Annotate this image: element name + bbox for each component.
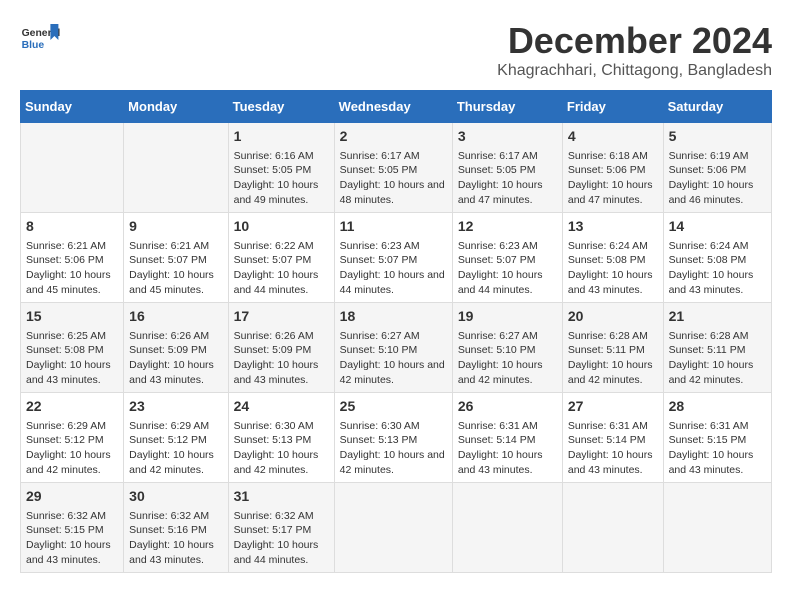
day-number: 18	[340, 307, 447, 327]
day-of-week-header: Friday	[562, 91, 663, 123]
day-number: 28	[669, 397, 766, 417]
empty-calendar-cell	[452, 483, 562, 573]
day-of-week-header: Tuesday	[228, 91, 334, 123]
day-number: 25	[340, 397, 447, 417]
day-number: 24	[234, 397, 329, 417]
day-number: 21	[669, 307, 766, 327]
calendar-day-cell: 23Sunrise: 6:29 AMSunset: 5:12 PMDayligh…	[124, 393, 228, 483]
calendar-week-row: 8Sunrise: 6:21 AMSunset: 5:06 PMDaylight…	[21, 213, 772, 303]
day-number: 2	[340, 127, 447, 147]
calendar-day-cell: 19Sunrise: 6:27 AMSunset: 5:10 PMDayligh…	[452, 303, 562, 393]
day-number: 26	[458, 397, 557, 417]
header: General Blue December 2024 Khagrachhari,…	[20, 20, 772, 80]
calendar-day-cell: 14Sunrise: 6:24 AMSunset: 5:08 PMDayligh…	[663, 213, 771, 303]
day-number: 20	[568, 307, 658, 327]
calendar-day-cell: 31Sunrise: 6:32 AMSunset: 5:17 PMDayligh…	[228, 483, 334, 573]
day-number: 12	[458, 217, 557, 237]
day-number: 19	[458, 307, 557, 327]
calendar-day-cell: 1Sunrise: 6:16 AMSunset: 5:05 PMDaylight…	[228, 123, 334, 213]
calendar-day-cell: 29Sunrise: 6:32 AMSunset: 5:15 PMDayligh…	[21, 483, 124, 573]
day-number: 16	[129, 307, 222, 327]
empty-calendar-cell	[124, 123, 228, 213]
calendar-day-cell: 13Sunrise: 6:24 AMSunset: 5:08 PMDayligh…	[562, 213, 663, 303]
calendar-day-cell: 18Sunrise: 6:27 AMSunset: 5:10 PMDayligh…	[334, 303, 452, 393]
day-number: 23	[129, 397, 222, 417]
empty-calendar-cell	[21, 123, 124, 213]
empty-calendar-cell	[562, 483, 663, 573]
title-section: December 2024 Khagrachhari, Chittagong, …	[497, 20, 772, 80]
calendar-day-cell: 5Sunrise: 6:19 AMSunset: 5:06 PMDaylight…	[663, 123, 771, 213]
day-number: 10	[234, 217, 329, 237]
day-number: 15	[26, 307, 118, 327]
day-number: 14	[669, 217, 766, 237]
day-number: 27	[568, 397, 658, 417]
day-of-week-header: Monday	[124, 91, 228, 123]
calendar-day-cell: 4Sunrise: 6:18 AMSunset: 5:06 PMDaylight…	[562, 123, 663, 213]
day-number: 1	[234, 127, 329, 147]
calendar-day-cell: 24Sunrise: 6:30 AMSunset: 5:13 PMDayligh…	[228, 393, 334, 483]
location-subtitle: Khagrachhari, Chittagong, Bangladesh	[497, 62, 772, 80]
calendar-day-cell: 12Sunrise: 6:23 AMSunset: 5:07 PMDayligh…	[452, 213, 562, 303]
day-number: 3	[458, 127, 557, 147]
day-number: 22	[26, 397, 118, 417]
calendar-day-cell: 10Sunrise: 6:22 AMSunset: 5:07 PMDayligh…	[228, 213, 334, 303]
day-number: 13	[568, 217, 658, 237]
day-number: 4	[568, 127, 658, 147]
day-number: 30	[129, 487, 222, 507]
calendar-day-cell: 25Sunrise: 6:30 AMSunset: 5:13 PMDayligh…	[334, 393, 452, 483]
calendar-day-cell: 11Sunrise: 6:23 AMSunset: 5:07 PMDayligh…	[334, 213, 452, 303]
calendar-day-cell: 17Sunrise: 6:26 AMSunset: 5:09 PMDayligh…	[228, 303, 334, 393]
calendar-day-cell: 9Sunrise: 6:21 AMSunset: 5:07 PMDaylight…	[124, 213, 228, 303]
calendar-week-row: 15Sunrise: 6:25 AMSunset: 5:08 PMDayligh…	[21, 303, 772, 393]
day-of-week-header: Sunday	[21, 91, 124, 123]
calendar-day-cell: 3Sunrise: 6:17 AMSunset: 5:05 PMDaylight…	[452, 123, 562, 213]
calendar-day-cell: 16Sunrise: 6:26 AMSunset: 5:09 PMDayligh…	[124, 303, 228, 393]
calendar-day-cell: 22Sunrise: 6:29 AMSunset: 5:12 PMDayligh…	[21, 393, 124, 483]
day-of-week-header: Saturday	[663, 91, 771, 123]
logo: General Blue	[20, 20, 64, 60]
calendar-week-row: 29Sunrise: 6:32 AMSunset: 5:15 PMDayligh…	[21, 483, 772, 573]
calendar-day-cell: 28Sunrise: 6:31 AMSunset: 5:15 PMDayligh…	[663, 393, 771, 483]
calendar-week-row: 22Sunrise: 6:29 AMSunset: 5:12 PMDayligh…	[21, 393, 772, 483]
day-number: 9	[129, 217, 222, 237]
day-of-week-header: Thursday	[452, 91, 562, 123]
calendar-day-cell: 30Sunrise: 6:32 AMSunset: 5:16 PMDayligh…	[124, 483, 228, 573]
logo-icon: General Blue	[20, 20, 60, 60]
empty-calendar-cell	[334, 483, 452, 573]
empty-calendar-cell	[663, 483, 771, 573]
svg-text:Blue: Blue	[22, 40, 45, 51]
calendar-day-cell: 15Sunrise: 6:25 AMSunset: 5:08 PMDayligh…	[21, 303, 124, 393]
day-number: 31	[234, 487, 329, 507]
calendar-header-row: SundayMondayTuesdayWednesdayThursdayFrid…	[21, 91, 772, 123]
calendar-day-cell: 26Sunrise: 6:31 AMSunset: 5:14 PMDayligh…	[452, 393, 562, 483]
calendar-day-cell: 27Sunrise: 6:31 AMSunset: 5:14 PMDayligh…	[562, 393, 663, 483]
day-number: 8	[26, 217, 118, 237]
day-of-week-header: Wednesday	[334, 91, 452, 123]
calendar-day-cell: 20Sunrise: 6:28 AMSunset: 5:11 PMDayligh…	[562, 303, 663, 393]
calendar-day-cell: 2Sunrise: 6:17 AMSunset: 5:05 PMDaylight…	[334, 123, 452, 213]
day-number: 17	[234, 307, 329, 327]
month-year-title: December 2024	[497, 20, 772, 62]
day-number: 5	[669, 127, 766, 147]
day-number: 29	[26, 487, 118, 507]
calendar-day-cell: 21Sunrise: 6:28 AMSunset: 5:11 PMDayligh…	[663, 303, 771, 393]
day-number: 11	[340, 217, 447, 237]
calendar-table: SundayMondayTuesdayWednesdayThursdayFrid…	[20, 90, 772, 573]
calendar-week-row: 1Sunrise: 6:16 AMSunset: 5:05 PMDaylight…	[21, 123, 772, 213]
calendar-day-cell: 8Sunrise: 6:21 AMSunset: 5:06 PMDaylight…	[21, 213, 124, 303]
